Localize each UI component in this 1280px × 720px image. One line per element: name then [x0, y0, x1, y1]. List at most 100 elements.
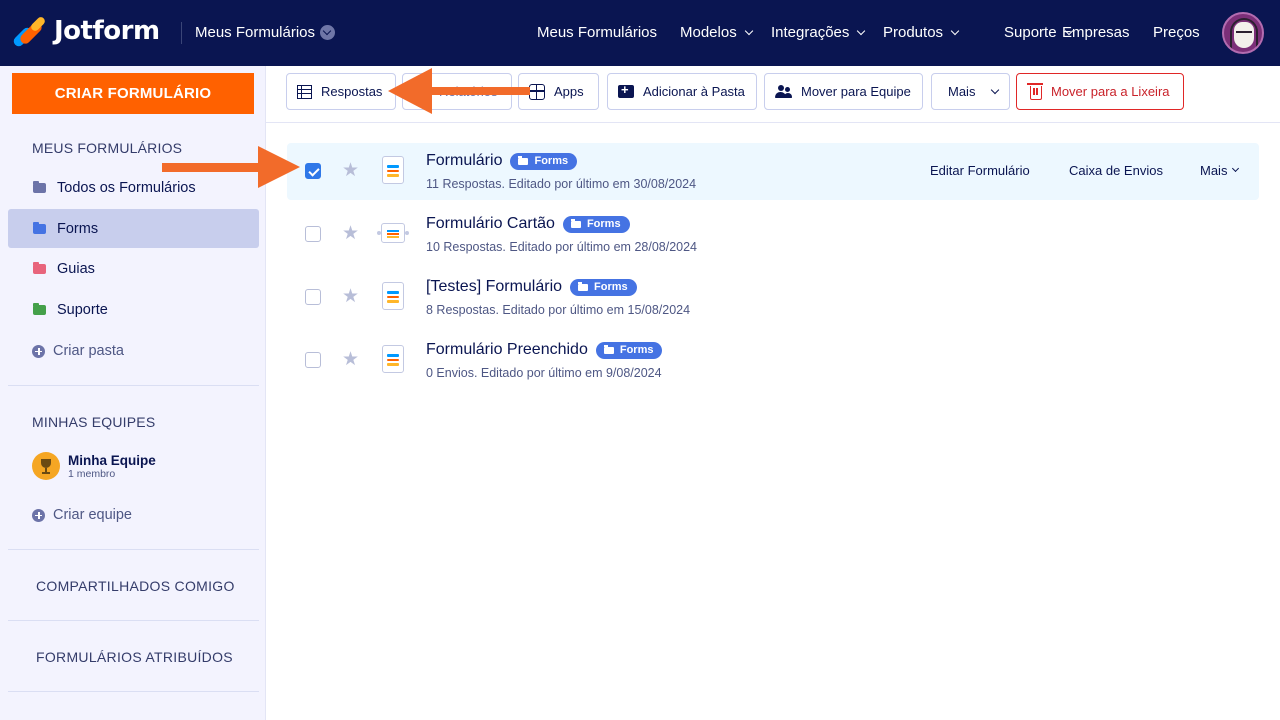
- plus-circle-icon: [32, 508, 45, 522]
- sidebar-divider: [8, 691, 259, 692]
- folder-tag-label: Forms: [594, 281, 628, 293]
- folder-tag-label: Forms: [586, 218, 621, 230]
- nav-integrations[interactable]: Integrações: [771, 24, 866, 41]
- star-icon[interactable]: ★: [342, 222, 359, 245]
- row-more-button[interactable]: Mais: [1200, 163, 1240, 178]
- assigned-forms-link[interactable]: FORMULÁRIOS ATRIBUÍDOS: [36, 649, 233, 665]
- folder-icon: [518, 155, 529, 165]
- user-avatar[interactable]: [1222, 12, 1264, 54]
- form-icon: [382, 345, 404, 373]
- star-icon[interactable]: ★: [342, 348, 359, 371]
- row-more-label: Mais: [1200, 163, 1228, 178]
- more-label: Mais: [948, 84, 976, 99]
- team-item[interactable]: Minha Equipe 1 membro: [32, 452, 156, 480]
- responses-label: Respostas: [321, 84, 383, 99]
- sidebar-folder-guides[interactable]: Guias: [8, 249, 259, 288]
- move-to-trash-button[interactable]: Mover para a Lixeira: [1016, 73, 1184, 110]
- annotation-arrow-responses: [388, 68, 530, 114]
- form-row[interactable]: ★ [Testes] Formulário Forms 8 Respostas.…: [287, 269, 1259, 326]
- form-icon: [382, 282, 404, 310]
- move-to-team-button[interactable]: Mover para Equipe: [764, 73, 923, 110]
- form-row[interactable]: ★ Formulário Cartão Forms 10 Respostas. …: [287, 206, 1259, 263]
- folder-icon: [603, 344, 614, 354]
- form-title[interactable]: Formulário Preenchido: [426, 341, 588, 359]
- folder-tag[interactable]: Forms: [570, 278, 637, 296]
- add-to-folder-button[interactable]: Adicionar à Pasta: [607, 73, 757, 110]
- create-team-label: Criar equipe: [53, 507, 132, 523]
- sidebar-item-label: Guias: [57, 260, 95, 277]
- move-to-team-label: Mover para Equipe: [801, 84, 911, 99]
- nav-templates[interactable]: Modelos: [680, 24, 753, 41]
- nav-products[interactable]: Produtos: [883, 24, 960, 41]
- more-dropdown-button[interactable]: Mais: [931, 73, 1010, 110]
- sidebar-divider: [8, 620, 259, 621]
- form-meta: 0 Envios. Editado por último em 9/08/202…: [426, 366, 662, 380]
- form-title[interactable]: Formulário Cartão: [426, 215, 555, 233]
- star-icon[interactable]: ★: [342, 285, 359, 308]
- chevron-down-icon: [991, 85, 1000, 94]
- add-to-folder-label: Adicionar à Pasta: [643, 84, 745, 99]
- nav-label: Meus Formulários: [537, 24, 658, 41]
- nav-pricing[interactable]: Preços: [1153, 24, 1200, 41]
- nav-label: Modelos: [680, 24, 737, 41]
- trash-icon: [1027, 83, 1043, 100]
- folder-icon: [33, 262, 46, 274]
- sidebar-divider: [8, 549, 259, 550]
- form-title[interactable]: [Testes] Formulário: [426, 278, 562, 296]
- table-icon: [297, 84, 312, 99]
- folder-icon: [578, 281, 589, 291]
- form-checkbox[interactable]: [305, 226, 321, 242]
- team-icon: [775, 84, 792, 99]
- inbox-button[interactable]: Caixa de Envios: [1069, 163, 1163, 178]
- add-folder-icon: [618, 82, 634, 98]
- nav-label: Empresas: [1062, 24, 1130, 41]
- create-folder-label: Criar pasta: [53, 343, 124, 359]
- nav-enterprise[interactable]: Empresas: [1062, 24, 1130, 41]
- responses-button[interactable]: Respostas: [286, 73, 396, 110]
- nav-my-forms[interactable]: Meus Formulários: [537, 24, 657, 41]
- nav-label: Suporte: [1004, 24, 1057, 41]
- folder-icon: [33, 181, 46, 193]
- team-name: Minha Equipe: [68, 452, 156, 468]
- star-icon[interactable]: ★: [342, 159, 359, 182]
- chevron-down-icon: [950, 26, 960, 35]
- form-row[interactable]: ★ Formulário Preenchido Forms 0 Envios. …: [287, 332, 1259, 389]
- chevron-down-icon: [1232, 164, 1240, 173]
- form-meta: 11 Respostas. Editado por último em 30/0…: [426, 177, 697, 191]
- chevron-down-icon: [857, 26, 866, 35]
- plus-circle-icon: [32, 344, 45, 358]
- folder-tag[interactable]: Forms: [510, 152, 578, 170]
- my-forms-heading: MEUS FORMULÁRIOS: [32, 140, 183, 156]
- folder-icon: [33, 222, 46, 234]
- form-meta: 8 Respostas. Editado por último em 15/08…: [426, 303, 691, 317]
- create-form-button[interactable]: CRIAR FORMULÁRIO: [12, 73, 254, 114]
- annotation-arrow-checkbox: [162, 146, 300, 188]
- form-icon: [382, 156, 404, 184]
- folder-tag[interactable]: Forms: [595, 341, 663, 359]
- create-team-button[interactable]: Criar equipe: [32, 507, 132, 523]
- sidebar-folder-support[interactable]: Suporte: [8, 290, 259, 329]
- card-form-icon: [377, 223, 409, 243]
- form-checkbox[interactable]: [305, 163, 321, 179]
- shared-with-me-link[interactable]: COMPARTILHADOS COMIGO: [36, 578, 235, 594]
- form-checkbox[interactable]: [305, 289, 321, 305]
- apps-label: Apps: [554, 84, 584, 99]
- form-title[interactable]: Formulário: [426, 152, 502, 170]
- form-checkbox[interactable]: [305, 352, 321, 368]
- form-row[interactable]: ★ Formulário Forms 11 Respostas. Editado…: [287, 143, 1259, 200]
- top-navbar: Jotform Meus Formulários Meus Formulário…: [0, 0, 1280, 66]
- form-meta: 10 Respostas. Editado por último em 28/0…: [426, 240, 698, 254]
- edit-form-button[interactable]: Editar Formulário: [930, 163, 1030, 178]
- folder-tag-label: Forms: [619, 344, 654, 356]
- move-to-trash-label: Mover para a Lixeira: [1051, 84, 1170, 99]
- folder-icon: [33, 303, 46, 315]
- create-folder-button[interactable]: Criar pasta: [32, 343, 124, 359]
- sidebar-item-label: Suporte: [57, 301, 108, 318]
- sidebar-folder-forms[interactable]: Forms: [8, 209, 259, 248]
- nav-label: Produtos: [883, 24, 944, 41]
- sidebar-divider: [8, 385, 259, 386]
- folder-tag-label: Forms: [534, 155, 569, 167]
- sidebar-item-label: Forms: [57, 220, 99, 237]
- nav-label: Preços: [1153, 24, 1200, 41]
- folder-tag[interactable]: Forms: [562, 215, 630, 233]
